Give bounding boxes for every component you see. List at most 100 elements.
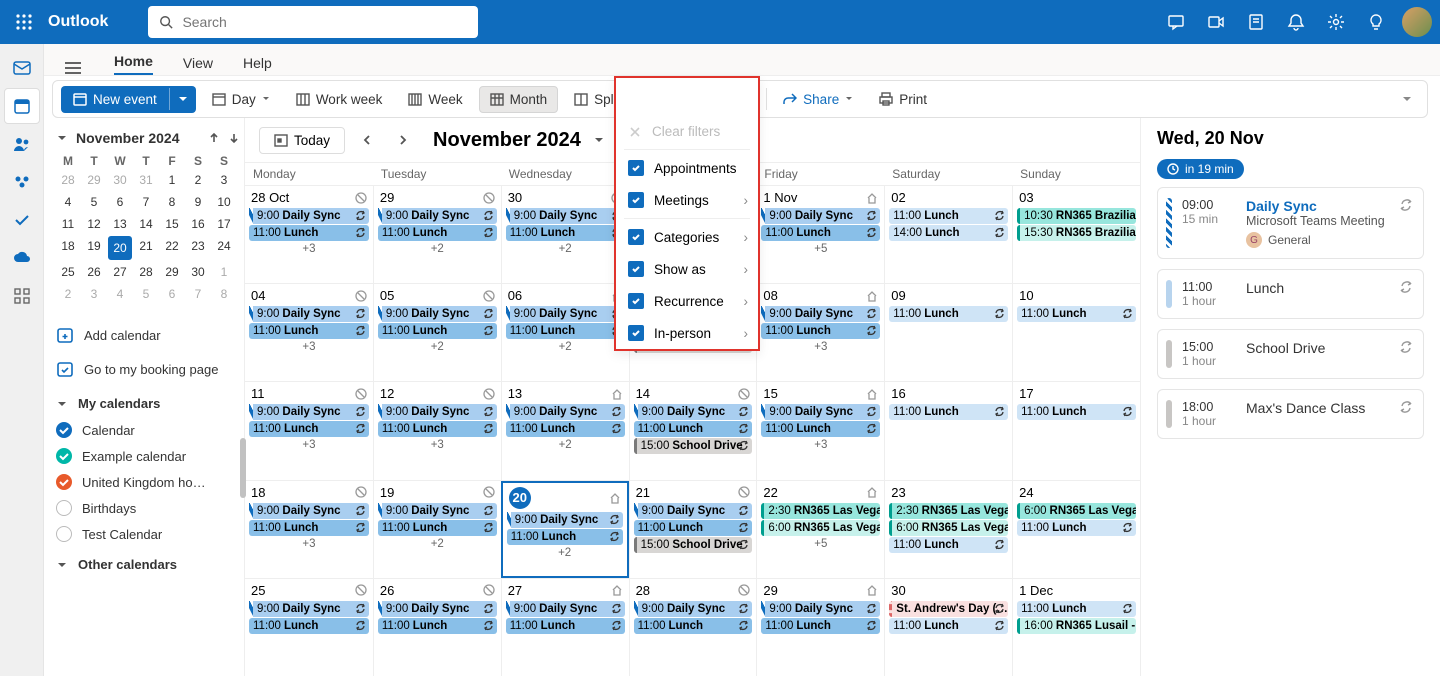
- mini-date[interactable]: 14: [134, 214, 158, 234]
- rail-apps-icon[interactable]: [4, 278, 40, 314]
- view-month-button[interactable]: Month: [479, 86, 559, 113]
- mini-date[interactable]: 11: [56, 214, 80, 234]
- event-chip[interactable]: 9:00 Daily Sync: [249, 601, 369, 617]
- mini-date[interactable]: 21: [134, 236, 158, 260]
- calendar-cell[interactable]: 089:00 Daily Sync11:00 Lunch+3: [756, 284, 884, 381]
- calendar-cell[interactable]: 159:00 Daily Sync11:00 Lunch+3: [756, 382, 884, 479]
- mini-date[interactable]: 28: [134, 262, 158, 282]
- event-chip[interactable]: 11:00 Lunch: [249, 421, 369, 437]
- event-chip[interactable]: 6:00 RN365 Las Vegas: [889, 520, 1008, 536]
- calendar-cell[interactable]: 222:30 RN365 Las Vegas6:00 RN365 Las Veg…: [756, 481, 884, 578]
- event-chip[interactable]: 9:00 Daily Sync: [249, 208, 369, 224]
- calendar-toggle[interactable]: Example calendar: [56, 443, 240, 469]
- more-events[interactable]: +3: [761, 438, 880, 452]
- event-chip[interactable]: 11:00 Lunch: [507, 529, 623, 545]
- event-chip[interactable]: 14:00 Lunch: [889, 225, 1008, 241]
- event-chip[interactable]: 11:00 Lunch: [634, 618, 753, 634]
- mini-date[interactable]: 28: [56, 170, 80, 190]
- share-button[interactable]: Share: [773, 87, 863, 112]
- event-chip[interactable]: 11:00 Lunch: [889, 537, 1008, 553]
- datepicker-next-icon[interactable]: [228, 132, 240, 144]
- calendar-cell[interactable]: 0911:00 Lunch: [884, 284, 1012, 381]
- calendar-cell[interactable]: 299:00 Daily Sync11:00 Lunch: [756, 579, 884, 676]
- calendar-cell[interactable]: 149:00 Daily Sync11:00 Lunch15:00 School…: [629, 382, 757, 479]
- mini-date[interactable]: 17: [212, 214, 236, 234]
- tab-help[interactable]: Help: [243, 55, 272, 75]
- ribbon-expand-icon[interactable]: [1401, 93, 1419, 105]
- calendar-cell[interactable]: 209:00 Daily Sync11:00 Lunch+2: [501, 481, 629, 578]
- event-chip[interactable]: 11:00 Lunch: [761, 225, 880, 241]
- mini-date[interactable]: 4: [108, 284, 132, 304]
- calendar-cell[interactable]: 189:00 Daily Sync11:00 Lunch+3: [245, 481, 373, 578]
- agenda-item[interactable]: 18:001 hourMax's Dance Class: [1157, 389, 1424, 439]
- event-chip[interactable]: 16:00 RN365 Lusail - …: [1017, 618, 1136, 634]
- bell-icon[interactable]: [1276, 0, 1316, 44]
- calendar-cell[interactable]: 1711:00 Lunch: [1012, 382, 1140, 479]
- event-chip[interactable]: 11:00 Lunch: [889, 208, 1008, 224]
- event-chip[interactable]: St. Andrew's Day (…: [889, 601, 1008, 617]
- booking-link[interactable]: Go to my booking page: [56, 352, 240, 386]
- event-chip[interactable]: 11:00 Lunch: [249, 618, 369, 634]
- teams-icon[interactable]: [1156, 0, 1196, 44]
- event-chip[interactable]: 15:30 RN365 Brazilian: [1017, 225, 1136, 241]
- event-chip[interactable]: 11:00 Lunch: [1017, 601, 1136, 617]
- calendar-toggle[interactable]: Birthdays: [56, 495, 240, 521]
- calendar-cell[interactable]: 0310:30 RN365 Brazilian15:30 RN365 Brazi…: [1012, 186, 1140, 283]
- calendar-cell[interactable]: 232:30 RN365 Las Vegas6:00 RN365 Las Veg…: [884, 481, 1012, 578]
- calendar-toggle[interactable]: Calendar: [56, 417, 240, 443]
- filter-appointments[interactable]: Appointments: [616, 152, 758, 184]
- mini-date[interactable]: 15: [160, 214, 184, 234]
- mini-date[interactable]: 9: [186, 192, 210, 212]
- calendar-cell[interactable]: 219:00 Daily Sync11:00 Lunch15:00 School…: [629, 481, 757, 578]
- tab-home[interactable]: Home: [114, 53, 153, 75]
- account-avatar[interactable]: [1402, 7, 1432, 37]
- calendar-toggle[interactable]: Test Calendar: [56, 521, 240, 547]
- more-events[interactable]: +2: [506, 340, 625, 354]
- mini-date[interactable]: 29: [82, 170, 106, 190]
- view-day-button[interactable]: Day: [202, 87, 280, 112]
- event-chip[interactable]: 11:00 Lunch: [761, 421, 880, 437]
- more-events[interactable]: +2: [378, 537, 497, 551]
- rail-groups-icon[interactable]: [4, 164, 40, 200]
- mini-date[interactable]: 23: [186, 236, 210, 260]
- mini-date[interactable]: 8: [212, 284, 236, 304]
- calendar-cell[interactable]: 30St. Andrew's Day (…11:00 Lunch: [884, 579, 1012, 676]
- calendar-cell[interactable]: 049:00 Daily Sync11:00 Lunch+3: [245, 284, 373, 381]
- event-chip[interactable]: 6:00 RN365 Las Vegas: [761, 520, 880, 536]
- event-chip[interactable]: 9:00 Daily Sync: [506, 306, 625, 322]
- calendar-toggle[interactable]: United Kingdom ho…: [56, 469, 240, 495]
- calendar-cell[interactable]: 28 Oct9:00 Daily Sync11:00 Lunch+3: [245, 186, 373, 283]
- nav-toggle-icon[interactable]: [64, 61, 84, 75]
- event-chip[interactable]: 9:00 Daily Sync: [634, 503, 753, 519]
- my-calendars-header[interactable]: My calendars: [56, 386, 240, 417]
- calendar-cell[interactable]: 129:00 Daily Sync11:00 Lunch+3: [373, 382, 501, 479]
- more-events[interactable]: +3: [378, 438, 497, 452]
- new-event-button[interactable]: New event: [61, 86, 196, 113]
- event-chip[interactable]: 11:00 Lunch: [889, 404, 1008, 420]
- prev-month-icon[interactable]: [353, 126, 381, 154]
- event-chip[interactable]: 11:00 Lunch: [506, 323, 625, 339]
- event-chip[interactable]: 9:00 Daily Sync: [378, 208, 497, 224]
- rail-todo-icon[interactable]: [4, 202, 40, 238]
- agenda-item[interactable]: 09:0015 minDaily SyncMicrosoft Teams Mee…: [1157, 187, 1424, 259]
- calendar-cell[interactable]: 246:00 RN365 Las Vegas11:00 Lunch: [1012, 481, 1140, 578]
- event-chip[interactable]: 11:00 Lunch: [634, 421, 753, 437]
- filter-show-as[interactable]: Show as›: [616, 253, 758, 285]
- calendar-cell[interactable]: 309:00 Daily Sync11:00 Lunch+2: [501, 186, 629, 283]
- event-chip[interactable]: 11:00 Lunch: [378, 520, 497, 536]
- calendar-cell[interactable]: 199:00 Daily Sync11:00 Lunch+2: [373, 481, 501, 578]
- agenda-item[interactable]: 11:001 hourLunch: [1157, 269, 1424, 319]
- mini-date[interactable]: 30: [186, 262, 210, 282]
- month-dropdown-icon[interactable]: [593, 134, 605, 146]
- mini-date[interactable]: 27: [108, 262, 132, 282]
- event-chip[interactable]: 9:00 Daily Sync: [634, 404, 753, 420]
- event-chip[interactable]: 9:00 Daily Sync: [761, 208, 880, 224]
- event-chip[interactable]: 11:00 Lunch: [378, 618, 497, 634]
- calendar-cell[interactable]: 139:00 Daily Sync11:00 Lunch+2: [501, 382, 629, 479]
- mini-date[interactable]: 20: [108, 236, 132, 260]
- calendar-cell[interactable]: 269:00 Daily Sync11:00 Lunch: [373, 579, 501, 676]
- mini-date[interactable]: 7: [186, 284, 210, 304]
- event-chip[interactable]: 9:00 Daily Sync: [506, 601, 625, 617]
- mini-date[interactable]: 6: [108, 192, 132, 212]
- event-chip[interactable]: 9:00 Daily Sync: [249, 306, 369, 322]
